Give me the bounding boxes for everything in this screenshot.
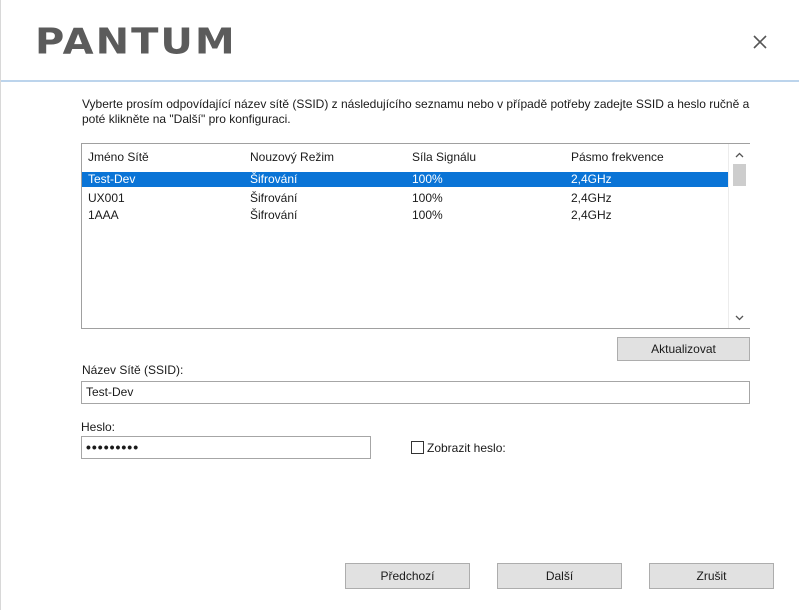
network-row[interactable]: UX001 Šifrování 100% 2,4GHz [82,191,728,206]
cancel-button[interactable]: Zrušit [649,563,774,589]
signal-strength-cell: 100% [412,208,443,222]
close-icon [753,35,767,49]
scroll-down-button[interactable] [729,309,750,326]
show-password-label[interactable]: Zobrazit heslo: [427,441,506,455]
header-divider [1,80,799,82]
close-button[interactable] [745,27,775,57]
refresh-button[interactable]: Aktualizovat [617,337,750,361]
column-header-frequency-band[interactable]: Pásmo frekvence [571,150,664,164]
network-name-cell: Test-Dev [88,172,136,186]
network-list-header: Jméno Sítě Nouzový Režim Síla Signálu Pá… [82,144,728,171]
column-header-security-mode[interactable]: Nouzový Režim [250,150,334,164]
network-list-scrollbar[interactable] [728,144,750,328]
show-password-checkbox[interactable] [411,441,424,454]
security-mode-cell: Šifrování [250,191,298,205]
ssid-label: Název Sítě (SSID): [82,363,184,377]
chevron-up-icon [735,152,744,157]
back-button[interactable]: Předchozí [345,563,470,589]
network-name-cell: UX001 [88,191,125,205]
scroll-thumb[interactable] [733,164,746,186]
security-mode-cell: Šifrování [250,172,298,186]
wifi-setup-dialog: PANTUM Vyberte prosím odpovídající název… [0,0,799,610]
signal-strength-cell: 100% [412,191,443,205]
frequency-band-cell: 2,4GHz [571,208,612,222]
column-header-network-name[interactable]: Jméno Sítě [88,150,149,164]
frequency-band-cell: 2,4GHz [571,191,612,205]
network-name-cell: 1AAA [88,208,119,222]
scroll-up-button[interactable] [729,146,750,163]
network-row[interactable]: 1AAA Šifrování 100% 2,4GHz [82,208,728,223]
password-input[interactable]: ••••••••• [81,436,371,459]
password-label: Heslo: [81,420,116,434]
column-header-signal-strength[interactable]: Síla Signálu [412,150,476,164]
chevron-down-icon [735,315,744,320]
instructions-text: Vyberte prosím odpovídající název sítě (… [82,97,750,126]
dialog-header: PANTUM [1,0,799,80]
network-row[interactable]: Test-Dev Šifrování 100% 2,4GHz [82,172,728,187]
ssid-input[interactable]: Test-Dev [81,381,750,404]
security-mode-cell: Šifrování [250,208,298,222]
next-button[interactable]: Další [497,563,622,589]
frequency-band-cell: 2,4GHz [571,172,612,186]
signal-strength-cell: 100% [412,172,443,186]
pantum-logo: PANTUM [35,20,237,63]
network-list[interactable]: Jméno Sítě Nouzový Režim Síla Signálu Pá… [81,143,750,329]
